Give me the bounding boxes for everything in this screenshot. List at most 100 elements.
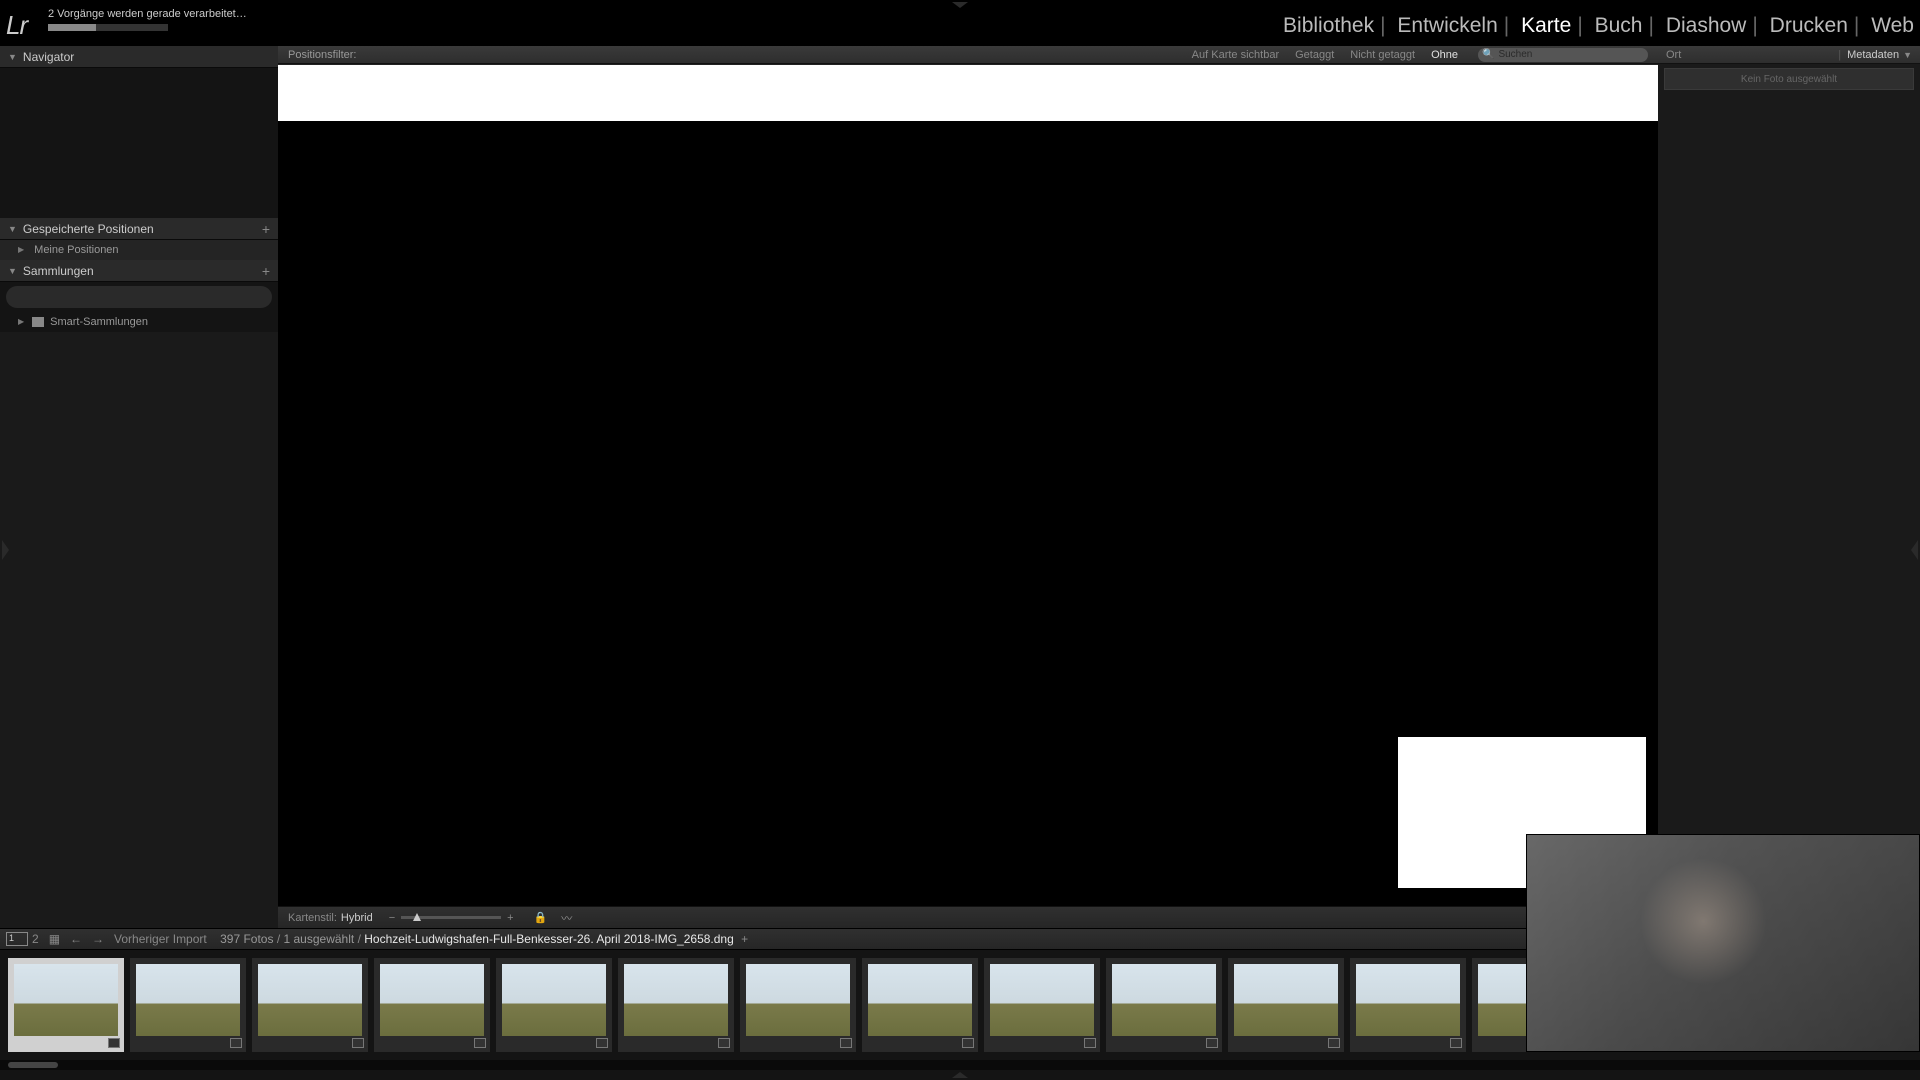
search-icon: 🔍 bbox=[1482, 49, 1494, 60]
grid-view-icon[interactable]: ▦ bbox=[49, 932, 60, 946]
disclosure-triangle-icon: ▼ bbox=[8, 218, 17, 240]
filmstrip-scrollbar[interactable] bbox=[0, 1060, 1920, 1070]
module-diashow[interactable]: Diashow bbox=[1666, 14, 1747, 37]
thumbnail-image bbox=[1234, 964, 1338, 1036]
thumbnail[interactable] bbox=[1106, 958, 1222, 1052]
thumbnail-image bbox=[1112, 964, 1216, 1036]
zoom-handle[interactable] bbox=[413, 913, 421, 921]
module-bibliothek[interactable]: Bibliothek bbox=[1283, 14, 1374, 37]
stack-icon bbox=[1084, 1038, 1096, 1048]
zoom-slider[interactable] bbox=[401, 916, 501, 919]
smart-collections-label: Smart-Sammlungen bbox=[50, 312, 148, 332]
my-locations-row[interactable]: ▶ Meine Positionen bbox=[0, 240, 278, 260]
tracklog-icon[interactable]: 〰 bbox=[561, 910, 572, 926]
navigator-label: Navigator bbox=[23, 46, 74, 68]
add-collection-icon[interactable]: + bbox=[262, 260, 270, 282]
module-web[interactable]: Web bbox=[1871, 14, 1914, 37]
thumbnail[interactable] bbox=[862, 958, 978, 1052]
metadata-empty-state: Kein Foto ausgewählt bbox=[1664, 68, 1914, 90]
collections-header[interactable]: ▼ Sammlungen + bbox=[0, 260, 278, 282]
stack-icon bbox=[596, 1038, 608, 1048]
zoom-out[interactable]: − bbox=[389, 912, 395, 924]
zoom-in[interactable]: + bbox=[507, 912, 513, 924]
add-location-icon[interactable]: + bbox=[262, 218, 270, 240]
smart-collections-row[interactable]: ▶ Smart-Sammlungen bbox=[0, 312, 278, 332]
center-area: Positionsfilter: Auf Karte sichtbar Geta… bbox=[278, 46, 1658, 928]
stack-icon bbox=[1206, 1038, 1218, 1048]
thumbnail-image bbox=[1356, 964, 1460, 1036]
thumbnail[interactable] bbox=[740, 958, 856, 1052]
filter-none[interactable]: Ohne bbox=[1431, 49, 1458, 61]
filter-tagged[interactable]: Getaggt bbox=[1295, 49, 1334, 61]
progress-fill bbox=[48, 24, 96, 31]
module-sep: | bbox=[1752, 14, 1757, 37]
disclosure-triangle-icon: ▼ bbox=[8, 260, 17, 282]
map-view[interactable] bbox=[278, 64, 1658, 906]
location-field-label[interactable]: Ort bbox=[1666, 49, 1681, 61]
collapse-top-icon[interactable] bbox=[952, 2, 968, 8]
map-style-label: Kartenstil: bbox=[288, 912, 337, 924]
stack-icon bbox=[1450, 1038, 1462, 1048]
thumbnail-image bbox=[624, 964, 728, 1036]
left-panel-fill bbox=[0, 332, 278, 928]
filter-untagged[interactable]: Nicht getaggt bbox=[1350, 49, 1415, 61]
metadata-preset-select[interactable]: Metadaten bbox=[1847, 49, 1899, 61]
right-panel: Ort | Metadaten ▼ Kein Foto ausgewählt bbox=[1658, 46, 1920, 928]
collections-filter-input[interactable] bbox=[6, 286, 272, 308]
module-sep: | bbox=[1380, 14, 1385, 37]
map-loading-strip bbox=[278, 65, 1658, 121]
saved-locations-label: Gespeicherte Positionen bbox=[23, 218, 154, 240]
stack-icon bbox=[108, 1038, 120, 1048]
thumbnail[interactable] bbox=[496, 958, 612, 1052]
thumbnail-image bbox=[258, 964, 362, 1036]
location-filter-bar: Positionsfilter: Auf Karte sichtbar Geta… bbox=[278, 46, 1658, 64]
thumbnail[interactable] bbox=[1350, 958, 1466, 1052]
module-buch[interactable]: Buch bbox=[1595, 14, 1643, 37]
thumbnail[interactable] bbox=[252, 958, 368, 1052]
map-style-select[interactable]: Hybrid bbox=[341, 912, 373, 924]
app-logo: Lr bbox=[6, 10, 27, 41]
left-panel: ▼ Navigator ▼ Gespeicherte Positionen + … bbox=[0, 46, 278, 928]
navigator-header[interactable]: ▼ Navigator bbox=[0, 46, 278, 68]
navigator-body bbox=[0, 68, 278, 218]
collapse-bottom-icon[interactable] bbox=[952, 1072, 968, 1078]
thumbnail[interactable] bbox=[8, 958, 124, 1052]
collapse-right-icon[interactable] bbox=[1911, 540, 1918, 560]
module-sep: | bbox=[1577, 14, 1582, 37]
thumbnail-image bbox=[136, 964, 240, 1036]
thumbnail[interactable] bbox=[374, 958, 490, 1052]
disclosure-triangle-icon: ▼ bbox=[8, 46, 17, 68]
source-path[interactable]: Vorheriger Import 397 Fotos / 1 ausgewäh… bbox=[114, 932, 748, 946]
thumbnail-image bbox=[746, 964, 850, 1036]
stack-icon bbox=[352, 1038, 364, 1048]
smart-collection-icon bbox=[32, 317, 44, 327]
thumbnail[interactable] bbox=[1228, 958, 1344, 1052]
stack-icon bbox=[230, 1038, 242, 1048]
disclosure-triangle-icon: ▶ bbox=[18, 312, 24, 332]
disclosure-triangle-icon: ▶ bbox=[18, 240, 24, 260]
secondary-display-button[interactable]: 2 bbox=[32, 932, 39, 946]
scrollbar-handle[interactable] bbox=[8, 1062, 58, 1068]
lock-icon[interactable]: 🔒 bbox=[534, 911, 548, 924]
thumbnail-image bbox=[502, 964, 606, 1036]
nav-forward-icon[interactable]: → bbox=[92, 932, 104, 946]
thumbnail[interactable] bbox=[130, 958, 246, 1052]
stack-icon bbox=[718, 1038, 730, 1048]
map-search-input[interactable]: 🔍 Suchen bbox=[1478, 48, 1648, 62]
nav-back-icon[interactable]: ← bbox=[70, 932, 82, 946]
map-toolbar: Kartenstil: Hybrid − + 🔒 〰 bbox=[278, 906, 1658, 928]
thumbnail[interactable] bbox=[984, 958, 1100, 1052]
module-karte[interactable]: Karte bbox=[1521, 14, 1571, 37]
module-drucken[interactable]: Drucken bbox=[1770, 14, 1848, 37]
thumbnail[interactable] bbox=[618, 958, 734, 1052]
module-entwickeln[interactable]: Entwickeln bbox=[1397, 14, 1497, 37]
module-sep: | bbox=[1649, 14, 1654, 37]
primary-display-button[interactable]: 1 bbox=[6, 932, 28, 946]
progress-bar bbox=[48, 24, 168, 31]
stack-icon bbox=[1328, 1038, 1340, 1048]
my-locations-label: Meine Positionen bbox=[34, 240, 118, 260]
thumbnail-image bbox=[14, 964, 118, 1036]
filter-visible-on-map[interactable]: Auf Karte sichtbar bbox=[1192, 49, 1279, 61]
saved-locations-header[interactable]: ▼ Gespeicherte Positionen + bbox=[0, 218, 278, 240]
collapse-left-icon[interactable] bbox=[2, 540, 9, 560]
